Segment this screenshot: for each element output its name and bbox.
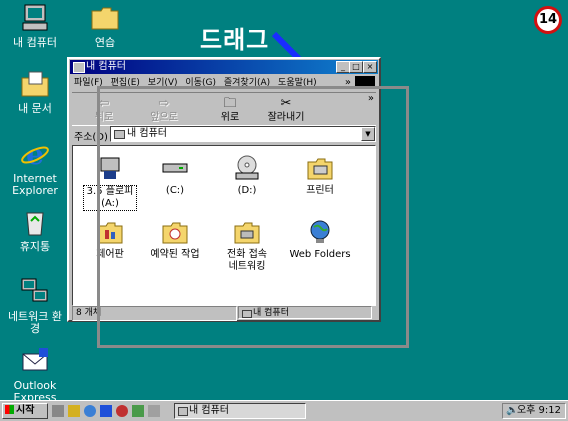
desktop-icon-my-documents[interactable]: 내 문서 (0, 68, 70, 115)
desktop-icon-my-computer[interactable]: 내 컴퓨터 (0, 2, 70, 49)
system-tray: 🔈 오후 9:12 (502, 403, 566, 419)
window-icon (73, 62, 85, 73)
quick-launch-channels-icon[interactable] (68, 405, 80, 417)
start-label: 시작 (16, 405, 35, 416)
quick-launch-media-icon[interactable] (116, 405, 128, 417)
outlook-express-icon (19, 345, 51, 377)
folder-icon (89, 2, 121, 34)
network-neighborhood-icon (19, 276, 51, 308)
desktop-icon-label: 내 컴퓨터 (13, 36, 57, 49)
windows-flag-icon (5, 405, 14, 414)
minimize-button[interactable]: _ (336, 61, 350, 73)
quick-launch-ie-icon[interactable] (84, 405, 96, 417)
desktop-icon-internet-explorer[interactable]: e Internet Explorer (0, 138, 70, 197)
my-documents-icon (19, 68, 51, 100)
taskbar: 시작 내 컴퓨터 🔈 오후 9:12 (0, 400, 568, 421)
quick-launch-app-icon[interactable] (132, 405, 144, 417)
drag-annotation-text: 드래그 (200, 26, 270, 54)
desktop-icon-outlook-express[interactable]: Outlook Express (0, 345, 70, 404)
my-computer-small-icon (178, 407, 188, 416)
desktop-icon-label: 내 문서 (18, 102, 52, 115)
close-button[interactable]: × (363, 61, 377, 73)
my-computer-icon (19, 2, 51, 34)
recycle-bin-icon (19, 206, 51, 238)
desktop-icon-label: Internet Explorer (12, 172, 58, 197)
quick-launch-app2-icon[interactable] (148, 405, 160, 417)
maximize-button[interactable]: □ (349, 61, 363, 73)
desktop-icon-practice-folder[interactable]: 연습 (70, 2, 140, 49)
desktop-icon-label: 네트워크 환경 (7, 310, 63, 335)
start-button[interactable]: 시작 (2, 403, 48, 419)
clock[interactable]: 오후 9:12 (517, 404, 561, 418)
desktop-icon-network[interactable]: 네트워크 환경 (0, 276, 70, 335)
taskbar-button-label: 내 컴퓨터 (189, 405, 229, 416)
drag-outline-rectangle (97, 86, 409, 348)
step-number-badge: 14 (534, 6, 562, 34)
svg-text:e: e (26, 138, 44, 170)
quick-launch-desktop-icon[interactable] (52, 405, 64, 417)
title-bar[interactable]: 내 컴퓨터 _ □ × (70, 60, 378, 74)
quick-launch-outlook-icon[interactable] (100, 405, 112, 417)
desktop-icon-recycle-bin[interactable]: 휴지통 (0, 206, 70, 253)
taskbar-button-my-computer[interactable]: 내 컴퓨터 (174, 403, 306, 419)
window-title: 내 컴퓨터 (86, 61, 126, 72)
internet-explorer-icon: e (19, 138, 51, 171)
desktop-icon-label: 연습 (94, 36, 116, 49)
desktop-icon-label: 휴지통 (19, 240, 51, 253)
